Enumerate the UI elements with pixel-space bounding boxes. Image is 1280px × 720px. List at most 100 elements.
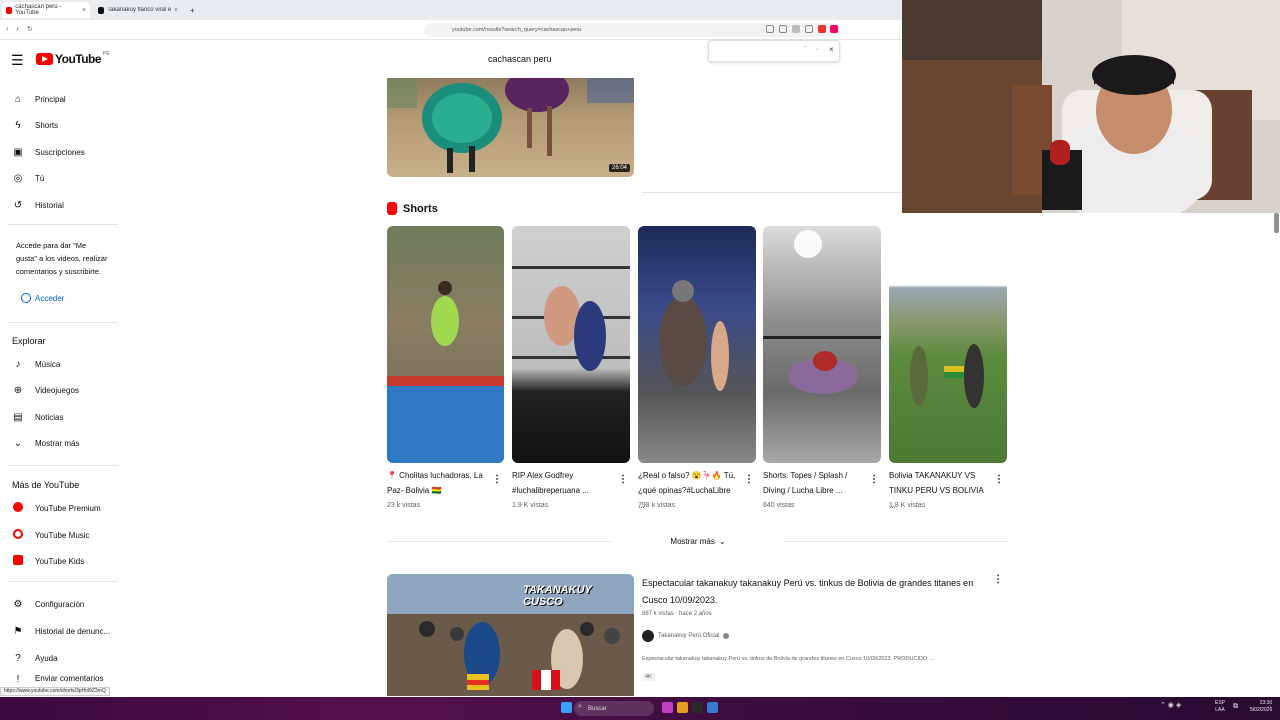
menu-icon[interactable]: ☰ [11, 52, 24, 69]
video-duration: 26:04 [608, 164, 630, 172]
short-illustration [763, 230, 881, 394]
back-icon[interactable]: ‹ [6, 24, 9, 33]
sidebar-item-shorts[interactable]: ϟ Shorts [0, 113, 118, 137]
sidebar-item-you[interactable]: ◎ Tú [0, 166, 118, 190]
network-icon[interactable]: ⧉ [1233, 703, 1238, 711]
sidebar-divider [8, 465, 118, 466]
forward-icon[interactable]: › [16, 24, 19, 33]
reader-icon[interactable] [792, 25, 800, 33]
browser-tab-tiktok[interactable]: Takanakuy flanco viral en TikTok | ... × [94, 2, 182, 18]
short-thumbnail[interactable] [889, 226, 1007, 463]
webcam-overlay [902, 0, 1280, 213]
taskbar-app-icon[interactable] [662, 702, 673, 713]
find-bar[interactable]: ⌃ ⌄ × [708, 40, 840, 62]
sidebar-item-history[interactable]: ↺ Historial [0, 193, 118, 217]
short-thumbnail[interactable] [387, 226, 504, 463]
sidebar-item-label: Historial de denunc... [35, 626, 111, 636]
close-tab-icon[interactable]: × [174, 7, 178, 14]
more-actions-icon[interactable]: ⋮ [993, 574, 1003, 585]
taskbar-app-icon[interactable] [677, 702, 688, 713]
youtube-premium-icon [11, 501, 25, 515]
extension-icon[interactable] [830, 25, 838, 33]
shorts-logo-icon [387, 202, 397, 215]
browser-tab-youtube[interactable]: cachascan peru - YouTube × [2, 2, 90, 18]
shorts-icon: ϟ [15, 119, 21, 131]
verified-icon [723, 633, 730, 639]
short-title[interactable]: RIP Alex Godfrey #luchalibreperuana ... [512, 468, 612, 498]
sidebar-item-label: Historial [35, 200, 64, 210]
streamer-webcam-image [902, 0, 1280, 213]
search-icon: ⌕ [578, 703, 582, 710]
youtube-favicon-icon [6, 6, 13, 14]
taskbar-search[interactable]: ⌕ Buscar [574, 701, 654, 716]
find-next-icon[interactable]: ⌄ [815, 45, 820, 52]
sidebar-item-subscriptions[interactable]: ▣ Suscripciones [0, 140, 118, 164]
sidebar-item-youtube-kids[interactable]: YouTube Kids [0, 549, 118, 573]
more-actions-icon[interactable]: ⋮ [744, 474, 754, 485]
signin-button[interactable]: Acceder [16, 288, 68, 308]
close-tab-icon[interactable]: × [82, 7, 86, 14]
browser-taskbar-icon[interactable] [707, 702, 718, 713]
language-code: ESP [1215, 700, 1226, 706]
sidebar-divider [8, 224, 118, 225]
close-find-icon[interactable]: × [829, 45, 834, 54]
video-title[interactable]: Espectacular takanakuy takanakuy Perú vs… [642, 575, 980, 609]
sidebar-item-feedback[interactable]: ! Enviar comentarios [0, 674, 118, 686]
video-thumbnail[interactable]: TAKANAKUY CUSCO [387, 574, 634, 696]
more-actions-icon[interactable]: ⋮ [618, 474, 628, 485]
channel-link[interactable]: Takanakuy Perú Oficial [642, 630, 730, 642]
short-views: 23 k vistas [387, 502, 421, 509]
sidebar-item-label: YouTube Music [35, 530, 90, 540]
scrollbar-thumb[interactable] [1274, 213, 1279, 233]
tray-icons[interactable]: ⌃ ◉ ◈ [1160, 701, 1181, 709]
video-thumbnail[interactable]: 26:04 [387, 78, 634, 177]
find-prev-icon[interactable]: ⌃ [803, 45, 808, 52]
reload-icon[interactable]: ↻ [27, 25, 33, 33]
zoom-icon[interactable] [766, 25, 774, 33]
sidebar-item-report-history[interactable]: ⚑ Historial de denunc... [0, 619, 118, 643]
new-tab-button[interactable]: + [186, 2, 196, 18]
windows-start-icon[interactable] [561, 702, 572, 713]
short-title[interactable]: 📍 Cholitas luchadoras, La Paz- Bolivia 🇧… [387, 468, 487, 498]
screenshot-icon[interactable] [779, 25, 787, 33]
sidebar-item-label: Música [35, 359, 61, 369]
history-icon: ↺ [13, 199, 23, 211]
sidebar-divider [8, 581, 118, 582]
sidebar-item-help[interactable]: ? Ayuda [0, 646, 118, 670]
sidebar-item-principal[interactable]: ⌂ Principal [0, 87, 118, 111]
address-bar[interactable]: youtube.com/results?search_query=cachasc… [424, 23, 840, 37]
sidebar-item-gaming[interactable]: ⊕ Videojuegos [0, 378, 118, 402]
short-views: 1.9 K vistas [512, 502, 549, 509]
extension-icon[interactable] [818, 25, 826, 33]
section-divider [642, 192, 902, 193]
short-thumbnail[interactable] [638, 226, 756, 463]
short-thumbnail[interactable] [763, 226, 881, 463]
sidebar-item-news[interactable]: ▤ Noticias [0, 405, 118, 429]
show-more-label: Mostrar más [670, 536, 715, 546]
more-actions-icon[interactable]: ⋮ [994, 474, 1004, 485]
short-illustration [910, 344, 984, 408]
sidebar-item-youtube-music[interactable]: YouTube Music [0, 523, 118, 547]
sidebar-item-music[interactable]: ♪ Música [0, 352, 118, 376]
more-actions-icon[interactable]: ⋮ [869, 474, 879, 485]
share-icon[interactable] [805, 25, 813, 33]
quality-badge: 4K [642, 673, 655, 681]
sidebar-item-show-more[interactable]: ⌄ Mostrar más [0, 431, 118, 455]
short-views: 798 k vistas [638, 502, 675, 509]
taskbar: ⌕ Buscar ⌃ ◉ ◈ ESP LAA ⧉ 23:30 5/02/2026 [0, 697, 1280, 720]
youtube-logo[interactable]: YouTube PE [36, 51, 110, 66]
short-title[interactable]: Shorts: Topes / Splash / Diving / Lucha … [763, 468, 863, 498]
language-indicator[interactable]: ESP LAA [1215, 700, 1225, 714]
clock[interactable]: 23:30 5/02/2026 [1250, 700, 1272, 714]
sidebar-item-label: Enviar comentarios [35, 674, 104, 683]
short-thumbnail[interactable] [512, 226, 630, 463]
show-more-button[interactable]: Mostrar más ⌄ [612, 531, 784, 551]
signin-prompt: Accede para dar "Me gusta" a los videos,… [16, 241, 108, 276]
video-description: Espectacular takanakuy takanakuy Perú vs… [642, 656, 935, 662]
more-from-youtube-heading: Más de YouTube [12, 480, 80, 490]
search-input[interactable]: cachascan peru [480, 48, 710, 70]
taskbar-app-icon[interactable] [692, 702, 703, 713]
sidebar-item-youtube-premium[interactable]: YouTube Premium [0, 496, 118, 520]
sidebar-item-settings[interactable]: ⚙ Configuración [0, 592, 118, 616]
more-actions-icon[interactable]: ⋮ [492, 474, 502, 485]
